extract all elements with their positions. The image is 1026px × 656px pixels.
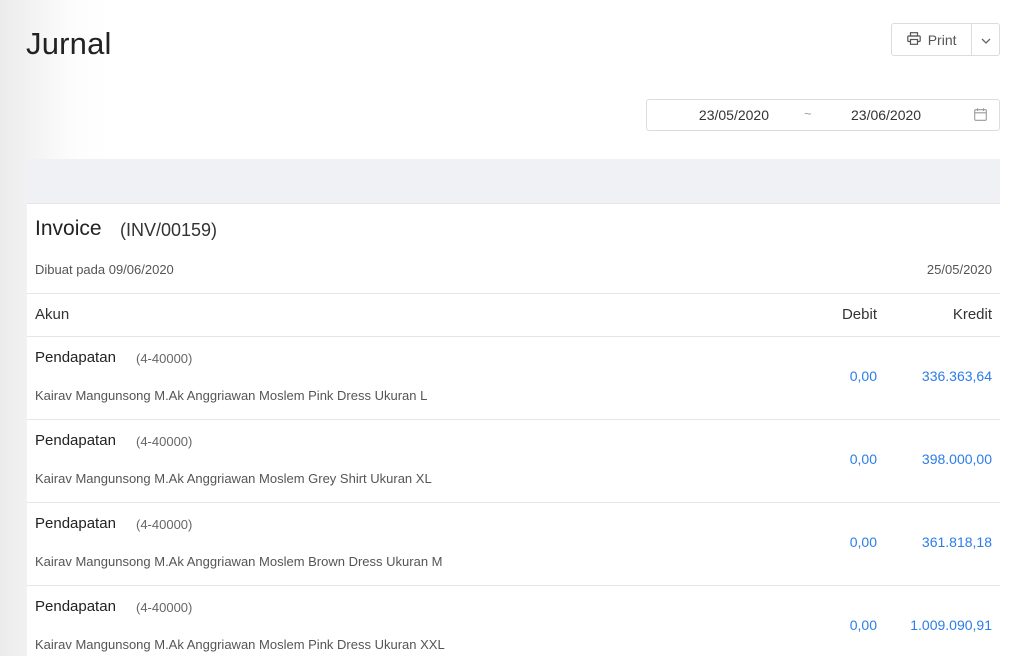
debit-amount[interactable]: 0,00: [850, 617, 877, 633]
table-row: Pendapatan (4-40000) Kairav Mangunsong M…: [27, 586, 1000, 656]
table-row: Pendapatan (4-40000) Kairav Mangunsong M…: [27, 337, 1000, 420]
invoice-title: Invoice: [35, 217, 102, 240]
column-header-account: Akun: [35, 306, 70, 323]
journal-lines: Pendapatan (4-40000) Kairav Mangunsong M…: [27, 337, 1000, 656]
filter-band: [27, 159, 1000, 203]
debit-amount[interactable]: 0,00: [850, 534, 877, 550]
account-name[interactable]: Pendapatan: [35, 349, 116, 366]
date-to[interactable]: 23/06/2020: [851, 107, 921, 123]
date-from[interactable]: 23/05/2020: [697, 107, 769, 123]
debit-amount[interactable]: 0,00: [850, 368, 877, 384]
page-title: Jurnal: [26, 26, 112, 61]
account-code: (4-40000): [136, 600, 193, 615]
printer-icon: [906, 31, 921, 48]
table-row: Pendapatan (4-40000) Kairav Mangunsong M…: [27, 420, 1000, 503]
created-date: Dibuat pada 09/06/2020: [35, 262, 174, 277]
account-name[interactable]: Pendapatan: [35, 598, 116, 615]
journal-entry-card: Invoice (INV/00159) Dibuat pada 09/06/20…: [27, 203, 1000, 656]
date-separator: ~: [804, 106, 812, 121]
account-name[interactable]: Pendapatan: [35, 432, 116, 449]
account-code: (4-40000): [136, 351, 193, 366]
invoice-number[interactable]: (INV/00159): [120, 220, 217, 241]
line-description: Kairav Mangunsong M.Ak Anggriawan Moslem…: [35, 554, 443, 569]
print-options-dropdown[interactable]: [971, 24, 999, 55]
account-code: (4-40000): [136, 434, 193, 449]
credit-amount[interactable]: 336.363,64: [922, 368, 992, 384]
table-row: Pendapatan (4-40000) Kairav Mangunsong M…: [27, 503, 1000, 586]
date-range-picker[interactable]: 23/05/2020 ~ 23/06/2020: [646, 99, 1000, 131]
account-code: (4-40000): [136, 517, 193, 532]
calendar-icon[interactable]: [974, 108, 987, 124]
credit-amount[interactable]: 1.009.090,91: [910, 617, 992, 633]
transaction-date: 25/05/2020: [926, 262, 992, 277]
debit-amount[interactable]: 0,00: [850, 451, 877, 467]
credit-amount[interactable]: 398.000,00: [922, 451, 992, 467]
table-header: Akun Debit Kredit: [27, 293, 1000, 337]
print-button[interactable]: Print: [892, 24, 971, 55]
line-description: Kairav Mangunsong M.Ak Anggriawan Moslem…: [35, 388, 428, 403]
print-label: Print: [927, 31, 957, 48]
credit-amount[interactable]: 361.818,18: [922, 534, 992, 550]
chevron-down-icon: [981, 31, 991, 49]
column-header-debit: Debit: [841, 306, 877, 323]
line-description: Kairav Mangunsong M.Ak Anggriawan Moslem…: [35, 637, 445, 652]
account-name[interactable]: Pendapatan: [35, 515, 116, 532]
print-button-group: Print: [891, 23, 1000, 56]
column-header-credit: Kredit: [952, 306, 992, 323]
line-description: Kairav Mangunsong M.Ak Anggriawan Moslem…: [35, 471, 432, 486]
